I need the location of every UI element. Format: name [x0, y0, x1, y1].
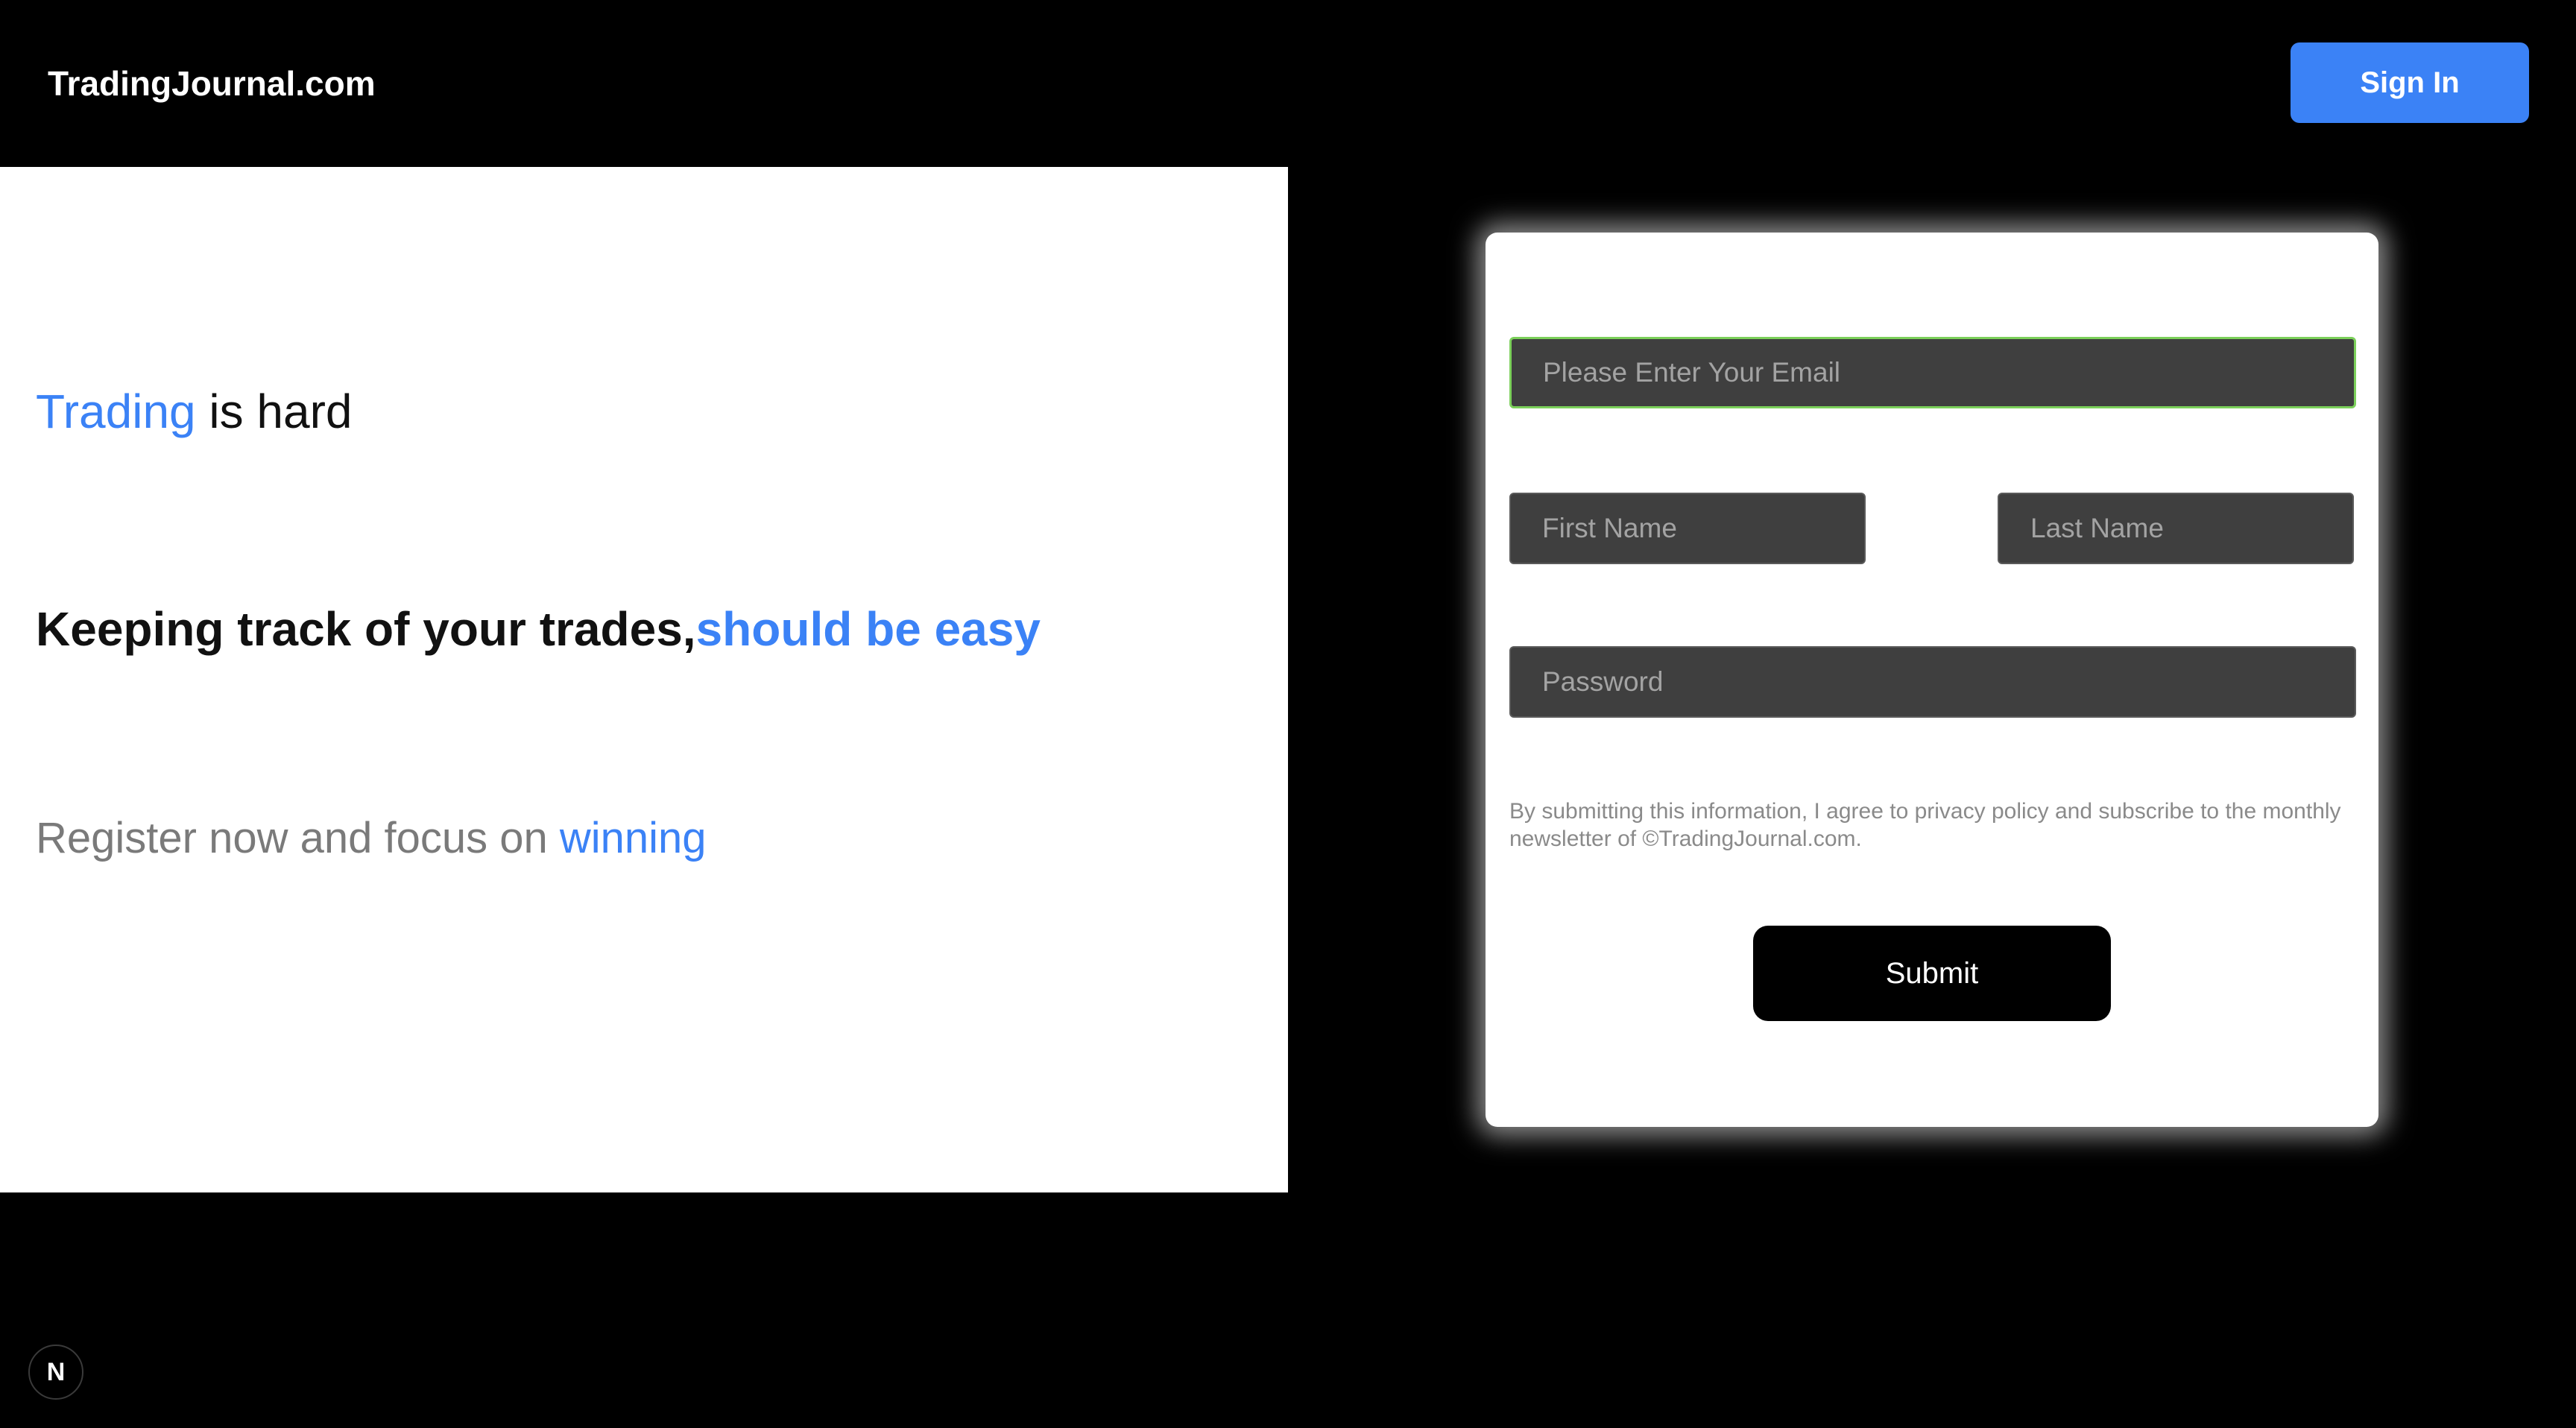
nextjs-icon[interactable]: N [28, 1345, 83, 1400]
site-logo[interactable]: TradingJournal.com [48, 63, 376, 104]
hero-panel: Trading is hard Keeping track of your tr… [0, 167, 1288, 1192]
hero-tagline-main: Register now and focus on [36, 814, 560, 862]
hero-headline-highlight: Trading [36, 385, 196, 438]
email-input[interactable] [1509, 337, 2356, 408]
hero-headline-rest: is hard [195, 385, 353, 438]
privacy-disclaimer: By submitting this information, I agree … [1509, 799, 2341, 851]
hero-headline: Trading is hard [36, 383, 353, 440]
hero-subheadline-highlight: should be easy [695, 602, 1041, 656]
last-name-input[interactable] [1998, 493, 2354, 564]
registration-form: By submitting this information, I agree … [1486, 233, 2378, 1127]
hero-subheadline: Keeping track of your trades,should be e… [36, 601, 1041, 657]
password-input[interactable] [1509, 646, 2356, 718]
hero-tagline-highlight: winning [559, 814, 707, 862]
hero-subheadline-main: Keeping track of your trades, [36, 602, 696, 656]
first-name-input[interactable] [1509, 493, 1866, 564]
hero-tagline: Register now and focus on winning [36, 812, 707, 865]
sign-in-button[interactable]: Sign In [2291, 42, 2529, 123]
page: TradingJournal.com Sign In Trading is ha… [0, 0, 2576, 1428]
submit-button[interactable]: Submit [1753, 926, 2111, 1021]
